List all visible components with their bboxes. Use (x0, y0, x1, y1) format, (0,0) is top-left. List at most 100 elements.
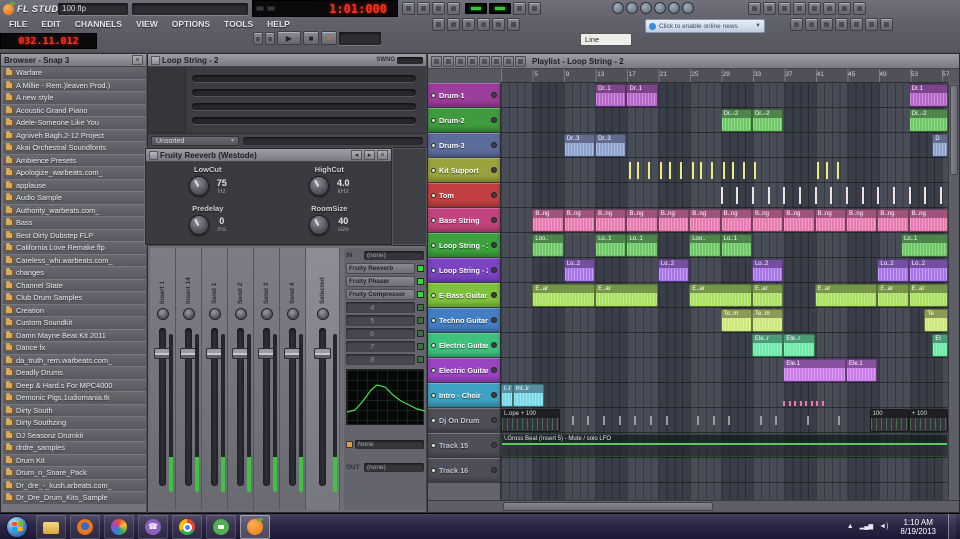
pattern-mark[interactable] (571, 416, 574, 425)
mixer-strip[interactable]: Insert 14 (176, 248, 202, 510)
pattern-mark[interactable] (817, 162, 820, 179)
window-toggle-icon[interactable] (626, 2, 638, 14)
pattern-mark[interactable] (861, 187, 864, 204)
playlist-clip[interactable]: Lo..1 (626, 234, 658, 257)
pattern-mark[interactable] (649, 416, 652, 425)
track-header[interactable]: Kit Support (428, 158, 500, 183)
browser-item[interactable]: drdre_samples (3, 442, 146, 455)
record-button[interactable]: ● (321, 31, 337, 45)
track-mute-icon[interactable] (431, 317, 436, 323)
fx-enable-led[interactable] (417, 304, 424, 311)
track-mute-icon[interactable] (431, 217, 436, 223)
line-tool-box[interactable]: Line (580, 33, 632, 46)
toolbar-button-icon[interactable] (432, 2, 445, 15)
fx-enable-led[interactable] (417, 291, 424, 298)
rack-menu-icon[interactable] (151, 55, 160, 65)
playlist-clip[interactable]: \.Gross Beat (Insert 5) - Mute / solo LF… (501, 434, 948, 457)
vertical-scrollbar[interactable] (948, 83, 959, 500)
playlist-grid[interactable]: Dr..1 Dr..1 Dr.1 Dr..-2 Dr..-2 Dr..-2 Dr..3 Dr.… (501, 83, 948, 500)
playlist-clip[interactable]: Loo.. (689, 234, 721, 257)
fx-slot-5[interactable]: 5 (346, 315, 424, 326)
pattern-mark[interactable] (783, 187, 786, 204)
slip-tool-icon[interactable] (503, 55, 514, 67)
playlist-clip[interactable]: B..ng (563, 209, 596, 232)
window-toggle-icon[interactable] (654, 2, 666, 14)
browser-item[interactable]: Agniveh Bagh.2-12 Project (3, 129, 146, 142)
pattern-next-button[interactable] (265, 31, 275, 45)
browser-item[interactable]: Custom Soundkit (3, 317, 146, 330)
input-select[interactable]: (none) (364, 251, 424, 260)
toolbar-button-icon[interactable] (853, 2, 866, 15)
browser-item[interactable]: Best Dirty Dubstep FLP (3, 229, 146, 242)
toolbar-button-icon[interactable] (477, 18, 490, 31)
taskbar-libraries-folder-icon[interactable] (36, 514, 66, 539)
playlist-clip[interactable]: Dr..-2 (720, 109, 752, 132)
playlist-clip[interactable]: I..r (501, 384, 513, 407)
fx-enable-led[interactable] (417, 265, 424, 272)
playlist-clip[interactable]: E..ar (814, 284, 878, 307)
pattern-mark[interactable] (722, 162, 725, 179)
track-mute-icon[interactable] (431, 467, 436, 473)
window-toggle-icon[interactable] (640, 2, 652, 14)
playlist-clip[interactable]: Dr..-2 (751, 109, 784, 132)
timeline-ruler[interactable]: 5 9 13 17 21 25 29 33 37 41 45 49 53 57 (501, 69, 949, 83)
track-mute-icon[interactable] (431, 267, 436, 273)
mixer-strip[interactable]: Selected (306, 248, 340, 510)
track-header[interactable]: Drum-2 (428, 108, 500, 133)
online-news-banner[interactable]: Click to enable online news ▼ (645, 19, 765, 33)
window-toggle-icon[interactable] (682, 2, 694, 14)
pattern-mark[interactable] (821, 401, 824, 406)
track-header[interactable]: Electric Guitar (428, 333, 500, 358)
pattern-mark[interactable] (753, 162, 756, 179)
fader-handle[interactable] (314, 348, 331, 359)
pattern-mark[interactable] (731, 162, 734, 179)
track-mute-icon[interactable] (431, 117, 436, 123)
playlist-clip[interactable]: Int..ir (512, 384, 545, 407)
browser-item[interactable]: Damn Mayne Beat Kit 2011 (3, 329, 146, 342)
playlist-clip[interactable]: B..ng (877, 209, 909, 232)
pattern-mark[interactable] (665, 416, 668, 425)
playlist-clip[interactable]: L.ope + 100 (501, 409, 560, 432)
pattern-mark[interactable] (711, 162, 714, 179)
track-mute-icon[interactable] (431, 342, 436, 348)
window-toggle-icon[interactable] (668, 2, 680, 14)
toolbar-button-icon[interactable] (492, 18, 505, 31)
browser-item[interactable]: Careless_whi.warbeats.com_ (3, 254, 146, 267)
track-mute-icon[interactable] (431, 292, 436, 298)
eq-preset-select[interactable]: None (355, 440, 424, 449)
toolbar-button-icon[interactable] (513, 2, 526, 15)
scrollbar-thumb[interactable] (503, 502, 713, 511)
toolbar-button-icon[interactable] (447, 18, 460, 31)
pattern-mark[interactable] (775, 416, 778, 425)
fx-enable-led[interactable] (417, 330, 424, 337)
pattern-mark[interactable] (783, 401, 786, 406)
playlist-clip[interactable]: B..ng (846, 209, 878, 232)
pan-knob[interactable] (286, 308, 299, 320)
knob-dial[interactable] (309, 214, 330, 235)
browser-item[interactable]: Acoustic Grand Piano (3, 104, 146, 117)
mute-tool-icon[interactable] (491, 55, 502, 67)
menu-view[interactable]: VIEW (129, 18, 165, 31)
taskbar-firefox-icon[interactable] (70, 514, 100, 539)
browser-item[interactable]: applause (3, 179, 146, 192)
pattern-mark[interactable] (940, 187, 943, 204)
fx-slot-1[interactable]: Fruity Reeverb (346, 263, 424, 274)
playlist-clip[interactable]: B..ng (657, 209, 690, 232)
stop-button[interactable]: ■ (303, 31, 319, 45)
pattern-mark[interactable] (637, 162, 640, 179)
pattern-mark[interactable] (825, 162, 828, 179)
menu-channels[interactable]: CHANNELS (68, 18, 129, 31)
pattern-mark[interactable] (587, 416, 590, 425)
pattern-mark[interactable] (712, 416, 715, 425)
browser-item[interactable]: Audio Sample (3, 192, 146, 205)
pattern-mark[interactable] (806, 416, 809, 425)
playlist-titlebar[interactable]: Playlist - Loop String - 2 (428, 54, 959, 69)
time-mode-button[interactable] (256, 6, 264, 11)
toolbar-button-icon[interactable] (447, 2, 460, 15)
playlist-clip[interactable]: B..ng (720, 209, 752, 232)
pattern-mark[interactable] (893, 187, 896, 204)
track-header[interactable]: Track 16 (428, 458, 500, 483)
browser-item[interactable]: Ambience Presets (3, 154, 146, 167)
browser-item[interactable]: Deep & Hard.s For MPC4000 (3, 379, 146, 392)
browser-item[interactable]: changes (3, 267, 146, 280)
